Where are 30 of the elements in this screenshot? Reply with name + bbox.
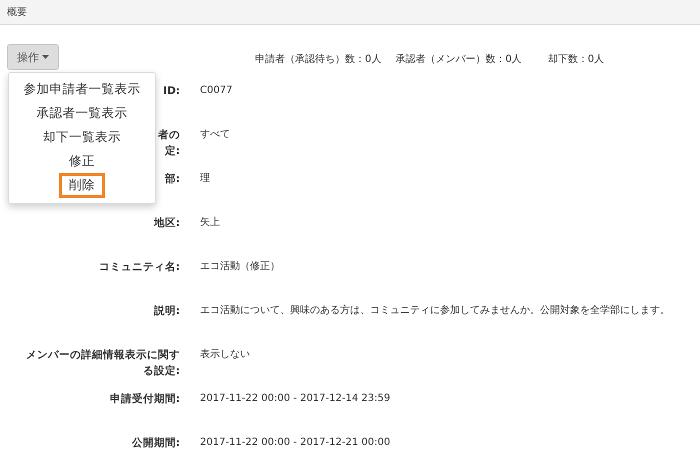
field-value: エコ活動について、興味のある方は、コミュニティに参加してみませんか。公開対象を全学部にします。 bbox=[200, 304, 670, 318]
field-value: エコ活動（修正） bbox=[200, 260, 280, 274]
field-value: 表示しない bbox=[200, 348, 250, 362]
caret-icon bbox=[42, 55, 49, 59]
count-text: 却下数：0人 bbox=[548, 52, 604, 66]
field-label: コミュニティ名: bbox=[98, 260, 180, 275]
menu-item[interactable]: 承認者一覧表示 bbox=[26, 100, 138, 126]
section-title: 概要 bbox=[7, 6, 27, 19]
menu-item[interactable]: 修正 bbox=[59, 148, 105, 174]
count-text: 承認者（メンバー）数：0人 bbox=[395, 52, 522, 66]
field-value: 2017-11-22 00:00 - 2017-12-21 00:00 bbox=[200, 436, 390, 450]
menu-item[interactable]: 削除 bbox=[59, 172, 105, 198]
field-value: C0077 bbox=[200, 84, 232, 98]
field-label: 部: bbox=[164, 172, 180, 187]
field-label: 地区: bbox=[154, 216, 180, 231]
field-label: ID: bbox=[163, 84, 180, 99]
field-label: 説明: bbox=[154, 304, 180, 319]
field-label: 公開期間: bbox=[132, 436, 180, 451]
field-value: 2017-11-22 00:00 - 2017-12-14 23:59 bbox=[200, 392, 390, 406]
count-text: 申請者（承認待ち）数：0人 bbox=[255, 52, 382, 66]
field-value: 理 bbox=[200, 172, 210, 186]
field-label: メンバーの詳細情報表示に関する設定: bbox=[25, 348, 180, 379]
action-dropdown-button[interactable]: 操作 bbox=[7, 44, 59, 70]
menu-item[interactable]: 参加申請者一覧表示 bbox=[14, 76, 150, 102]
field-label: 定: bbox=[164, 144, 180, 159]
field-value: すべて bbox=[200, 128, 230, 142]
field-label: 者の bbox=[158, 128, 180, 143]
field-label: 申請受付期間: bbox=[110, 392, 180, 407]
menu-item[interactable]: 却下一覧表示 bbox=[33, 124, 131, 150]
field-value: 矢上 bbox=[200, 216, 220, 230]
